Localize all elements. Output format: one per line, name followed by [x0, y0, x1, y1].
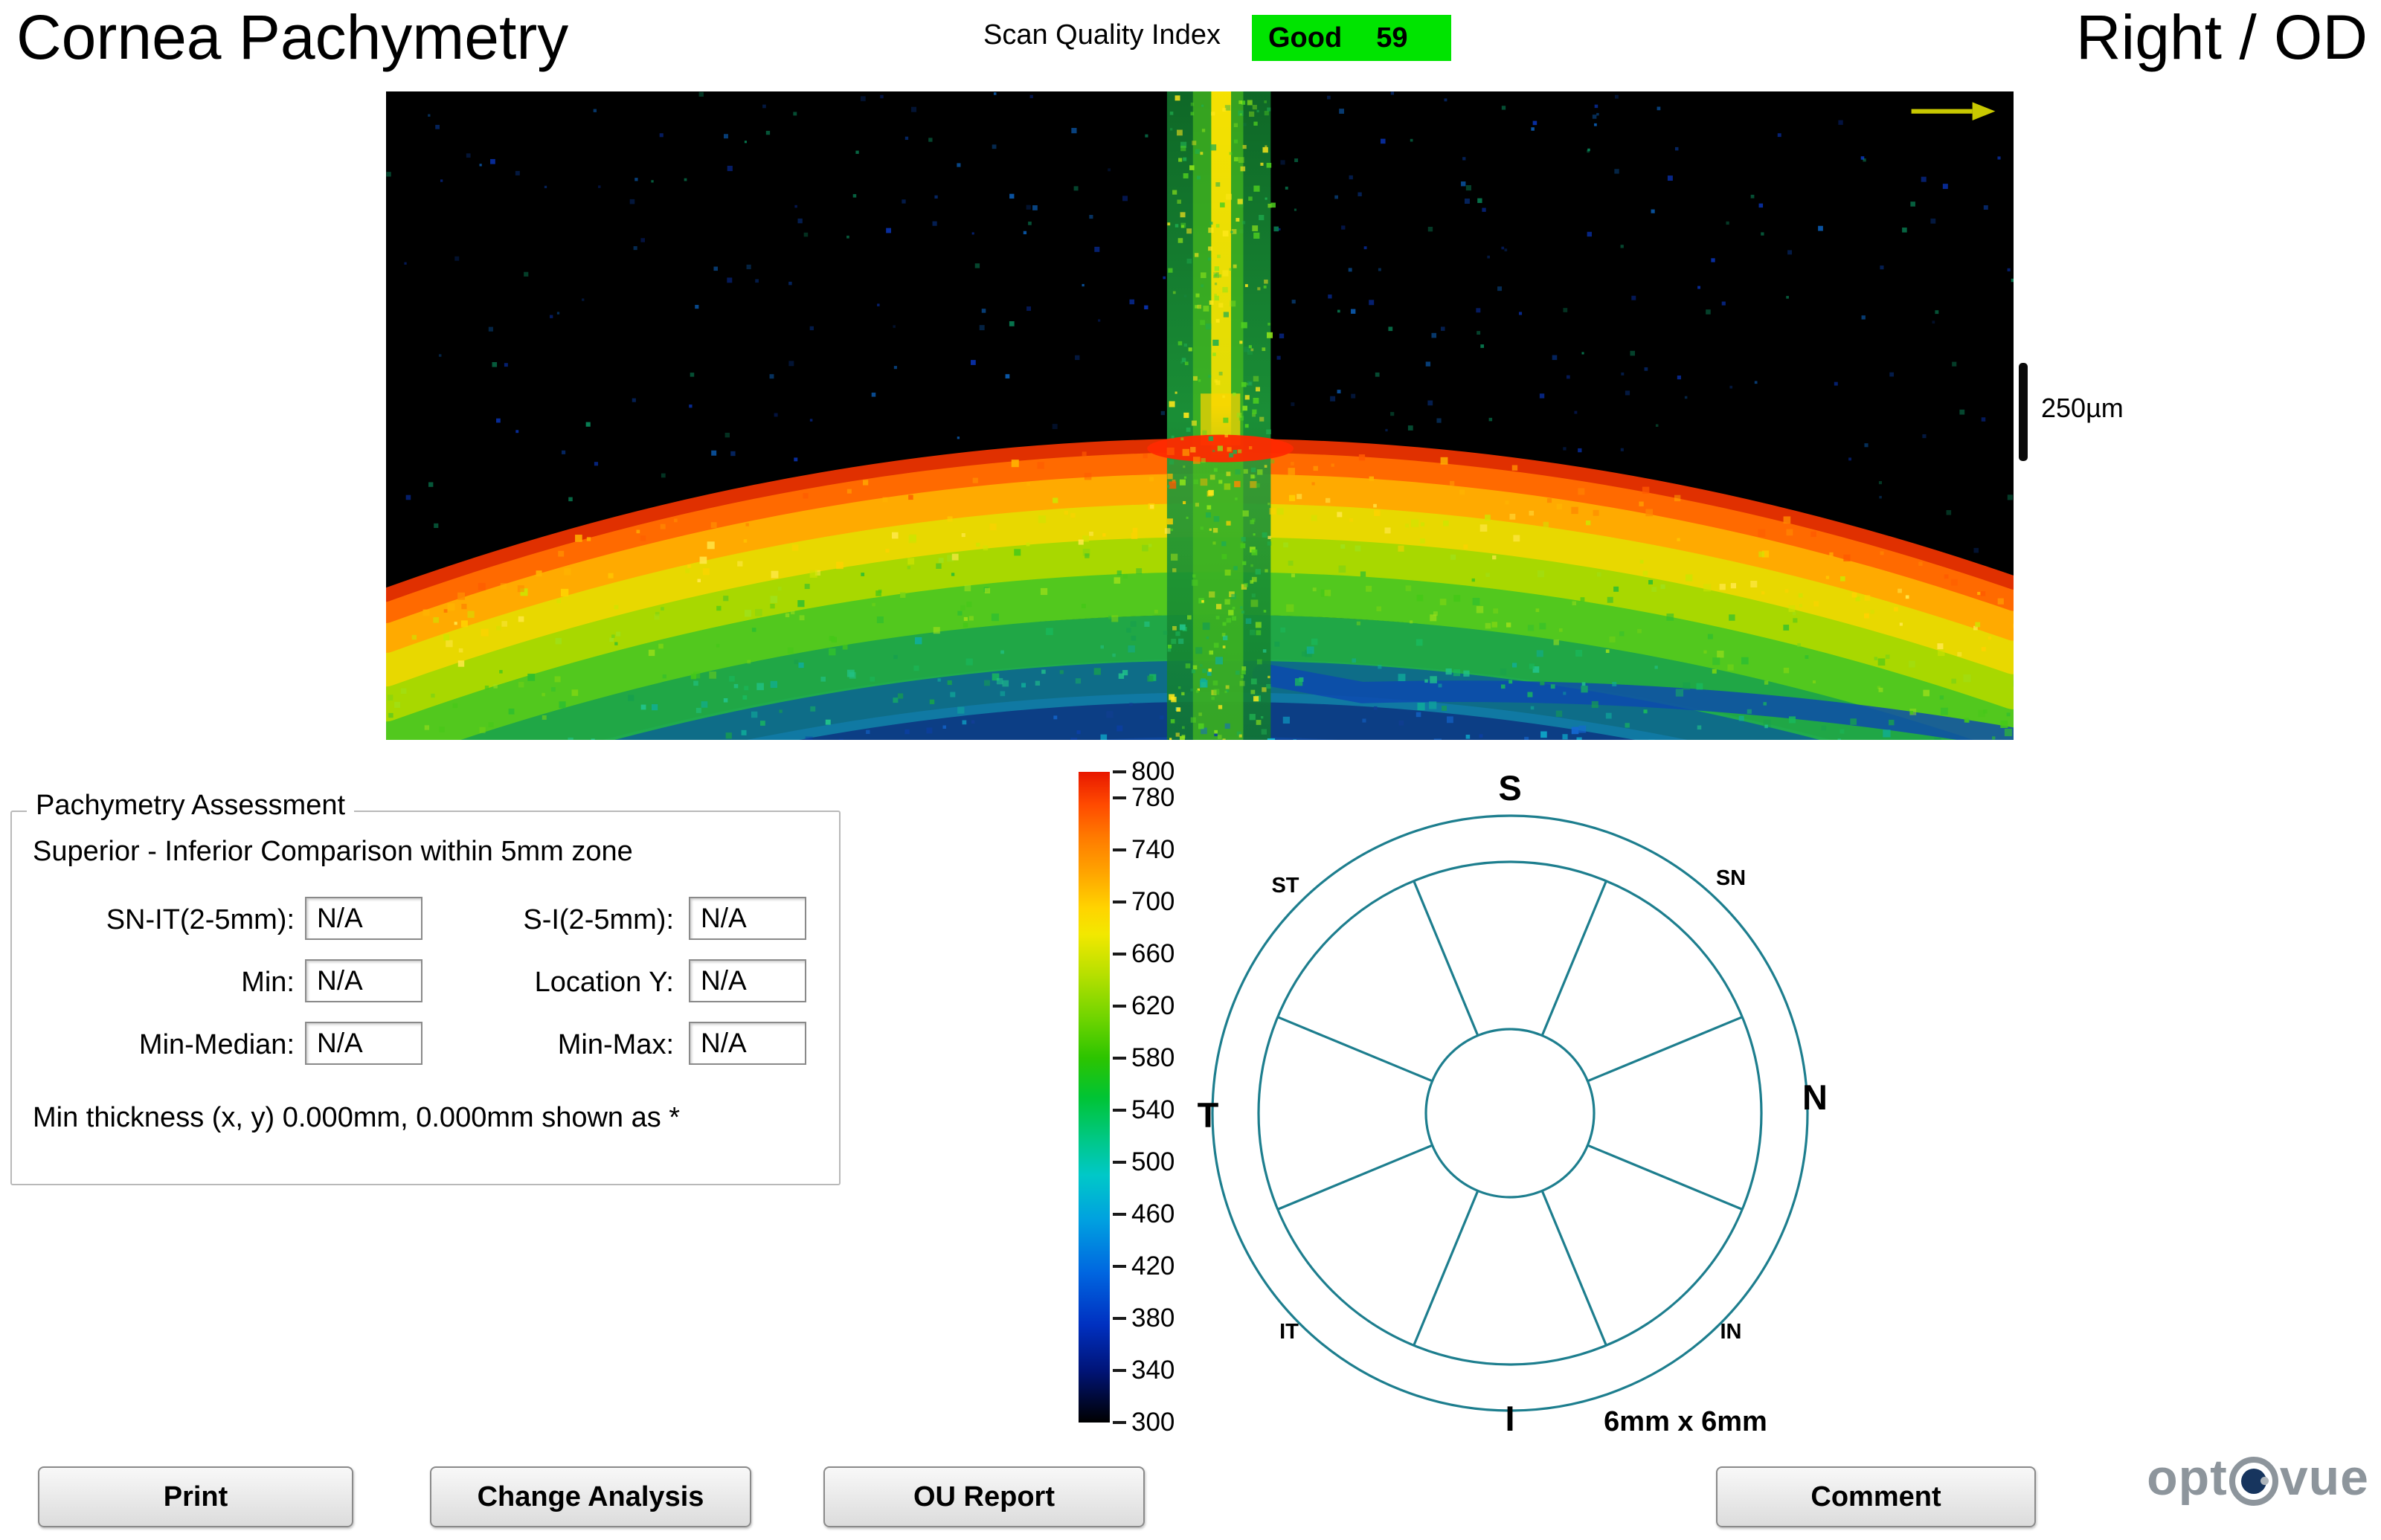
- colorbar-tick: 740: [1113, 835, 1175, 865]
- colorbar-tick: 660: [1113, 939, 1175, 969]
- scan-quality-rating: Good: [1268, 22, 1342, 54]
- sector-label-sn: SN: [1716, 866, 1746, 890]
- colorbar-tick: 420: [1113, 1251, 1175, 1281]
- scan-quality-badge: Good 59: [1252, 15, 1451, 61]
- location-y-label: Location Y:: [446, 967, 674, 999]
- min-median-field[interactable]: [305, 1022, 422, 1065]
- cornea-pachymetry-screen: Cornea Pachymetry Scan Quality Index Goo…: [0, 0, 2381, 1540]
- colorbar-tick: 580: [1113, 1043, 1175, 1073]
- map-spoke: [1542, 881, 1606, 1036]
- map-grid: [1212, 816, 1808, 1411]
- si-label: S-I(2-5mm):: [446, 904, 674, 936]
- sector-label-t: T: [1198, 1095, 1219, 1135]
- map-spoke: [1542, 1191, 1606, 1345]
- optovue-logo: opt vue: [2147, 1449, 2369, 1507]
- scale-bar: [2019, 363, 2028, 461]
- colorbar-tick: 620: [1113, 991, 1175, 1021]
- si-field[interactable]: [689, 897, 806, 940]
- min-field[interactable]: [305, 959, 422, 1002]
- snit-field[interactable]: [305, 897, 422, 940]
- thickness-colorbar: [1079, 772, 1110, 1423]
- map-outer-circle: [1212, 816, 1808, 1411]
- comment-button[interactable]: Comment: [1716, 1466, 2036, 1527]
- colorbar-tick: 540: [1113, 1095, 1175, 1125]
- sector-label-n: N: [1802, 1077, 1828, 1117]
- scale-bar-label: 250µm: [2041, 393, 2124, 424]
- map-spoke: [1587, 1017, 1742, 1081]
- colorbar-tick: 460: [1113, 1199, 1175, 1229]
- eye-iris: [2241, 1469, 2266, 1494]
- sector-label-i: I: [1505, 1399, 1514, 1438]
- sector-label-s: S: [1498, 768, 1521, 808]
- eye-icon: [2229, 1457, 2278, 1506]
- min-max-label: Min-Max:: [446, 1029, 674, 1061]
- min-max-field[interactable]: [689, 1022, 806, 1065]
- eye-side-label: Right / OD: [2076, 1, 2368, 74]
- snit-label: SN-IT(2-5mm):: [22, 904, 295, 936]
- map-inner-circle: [1426, 1029, 1594, 1197]
- colorbar-tick: 380: [1113, 1304, 1175, 1333]
- sector-label-it: IT: [1279, 1320, 1299, 1344]
- colorbar-tick: 300: [1113, 1408, 1175, 1437]
- sector-label-st: ST: [1271, 874, 1299, 898]
- min-label: Min:: [22, 967, 295, 999]
- colorbar-tick: 700: [1113, 887, 1175, 917]
- oct-bscan-image: [386, 91, 2014, 740]
- location-y-field[interactable]: [689, 959, 806, 1002]
- map-spoke: [1587, 1145, 1742, 1209]
- colorbar-tick: 340: [1113, 1356, 1175, 1385]
- print-button[interactable]: Print: [38, 1466, 353, 1527]
- scan-quality-score: 59: [1376, 22, 1407, 54]
- page-title: Cornea Pachymetry: [16, 1, 568, 74]
- logo-text-post: vue: [2280, 1449, 2369, 1507]
- map-size-label: 6mm x 6mm: [1604, 1406, 1767, 1437]
- ou-report-button[interactable]: OU Report: [823, 1466, 1145, 1527]
- change-analysis-button[interactable]: Change Analysis: [430, 1466, 751, 1527]
- map-spoke: [1278, 1145, 1433, 1209]
- colorbar-tick: 780: [1113, 783, 1175, 813]
- colorbar-tick: 500: [1113, 1147, 1175, 1177]
- assessment-subtitle: Superior - Inferior Comparison within 5m…: [33, 836, 633, 868]
- logo-text-pre: opt: [2147, 1449, 2228, 1507]
- assessment-legend: Pachymetry Assessment: [27, 790, 354, 822]
- colorbar-tick: 800: [1113, 757, 1175, 787]
- pachymetry-map: S SN N IN I IT T ST 6mm x 6mm: [1190, 751, 1860, 1450]
- map-spoke: [1414, 1191, 1478, 1345]
- sector-label-in: IN: [1720, 1320, 1742, 1344]
- min-median-label: Min-Median:: [22, 1029, 295, 1061]
- map-spoke: [1414, 881, 1478, 1036]
- map-spoke: [1278, 1017, 1433, 1081]
- scan-quality-label: Scan Quality Index: [983, 19, 1221, 51]
- map-middle-circle: [1259, 862, 1761, 1365]
- assessment-footnote: Min thickness (x, y) 0.000mm, 0.000mm sh…: [33, 1102, 680, 1134]
